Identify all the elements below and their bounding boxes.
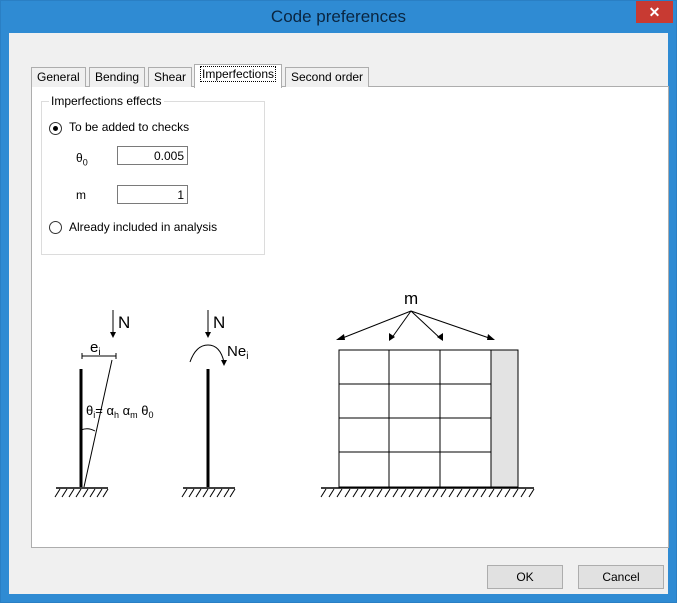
theta-equation: θi= αh αm θ0 — [86, 403, 153, 420]
theta0-sub: 0 — [148, 410, 153, 420]
ground-2-hatch — [181, 488, 236, 498]
load-arrow-n2-head — [205, 332, 211, 338]
load-label-n1: N — [118, 313, 130, 332]
column-1-inclined — [83, 359, 113, 488]
frame-m-arrows — [339, 310, 493, 340]
frame-diagram: m — [320, 289, 535, 498]
cancel-button[interactable]: Cancel — [578, 565, 664, 589]
frame-m-label: m — [404, 289, 418, 308]
ground-3-hatch — [320, 488, 535, 498]
column-sway-diagram: N ei θi= αh αm θ0 — [54, 310, 153, 498]
alpha-m-sub: m — [130, 410, 138, 420]
eccentricity-label: ei — [90, 339, 101, 358]
ok-button[interactable]: OK — [487, 565, 563, 589]
theta-eq-symbol: θ — [86, 403, 93, 418]
alpha-m-symbol: α — [119, 403, 131, 418]
moment-ne: Ne — [227, 343, 246, 360]
load-arrow-n1-head — [110, 332, 116, 338]
alpha-h-symbol: = α — [95, 403, 114, 418]
tab-imperfections-label: Imperfections — [200, 66, 277, 82]
theta-angle-arc — [80, 428, 96, 432]
theta0-symbol: θ — [138, 403, 149, 418]
eccentricity-e: e — [90, 339, 98, 356]
frame-m-arrow-heads — [336, 333, 495, 341]
load-label-n2: N — [213, 313, 225, 332]
moment-label: Nei — [227, 343, 248, 362]
imperfections-diagram: N ei θi= αh αm θ0 N Nei m — [54, 289, 535, 498]
ground-1-hatch — [54, 488, 109, 498]
moment-sub: i — [246, 351, 248, 362]
moment-arc — [189, 344, 225, 363]
moment-arrow-head — [221, 360, 227, 366]
column-moment-diagram: N Nei — [181, 310, 248, 498]
tab-imperfections[interactable]: Imperfections — [194, 64, 283, 88]
frame-infill-wall — [490, 349, 519, 488]
